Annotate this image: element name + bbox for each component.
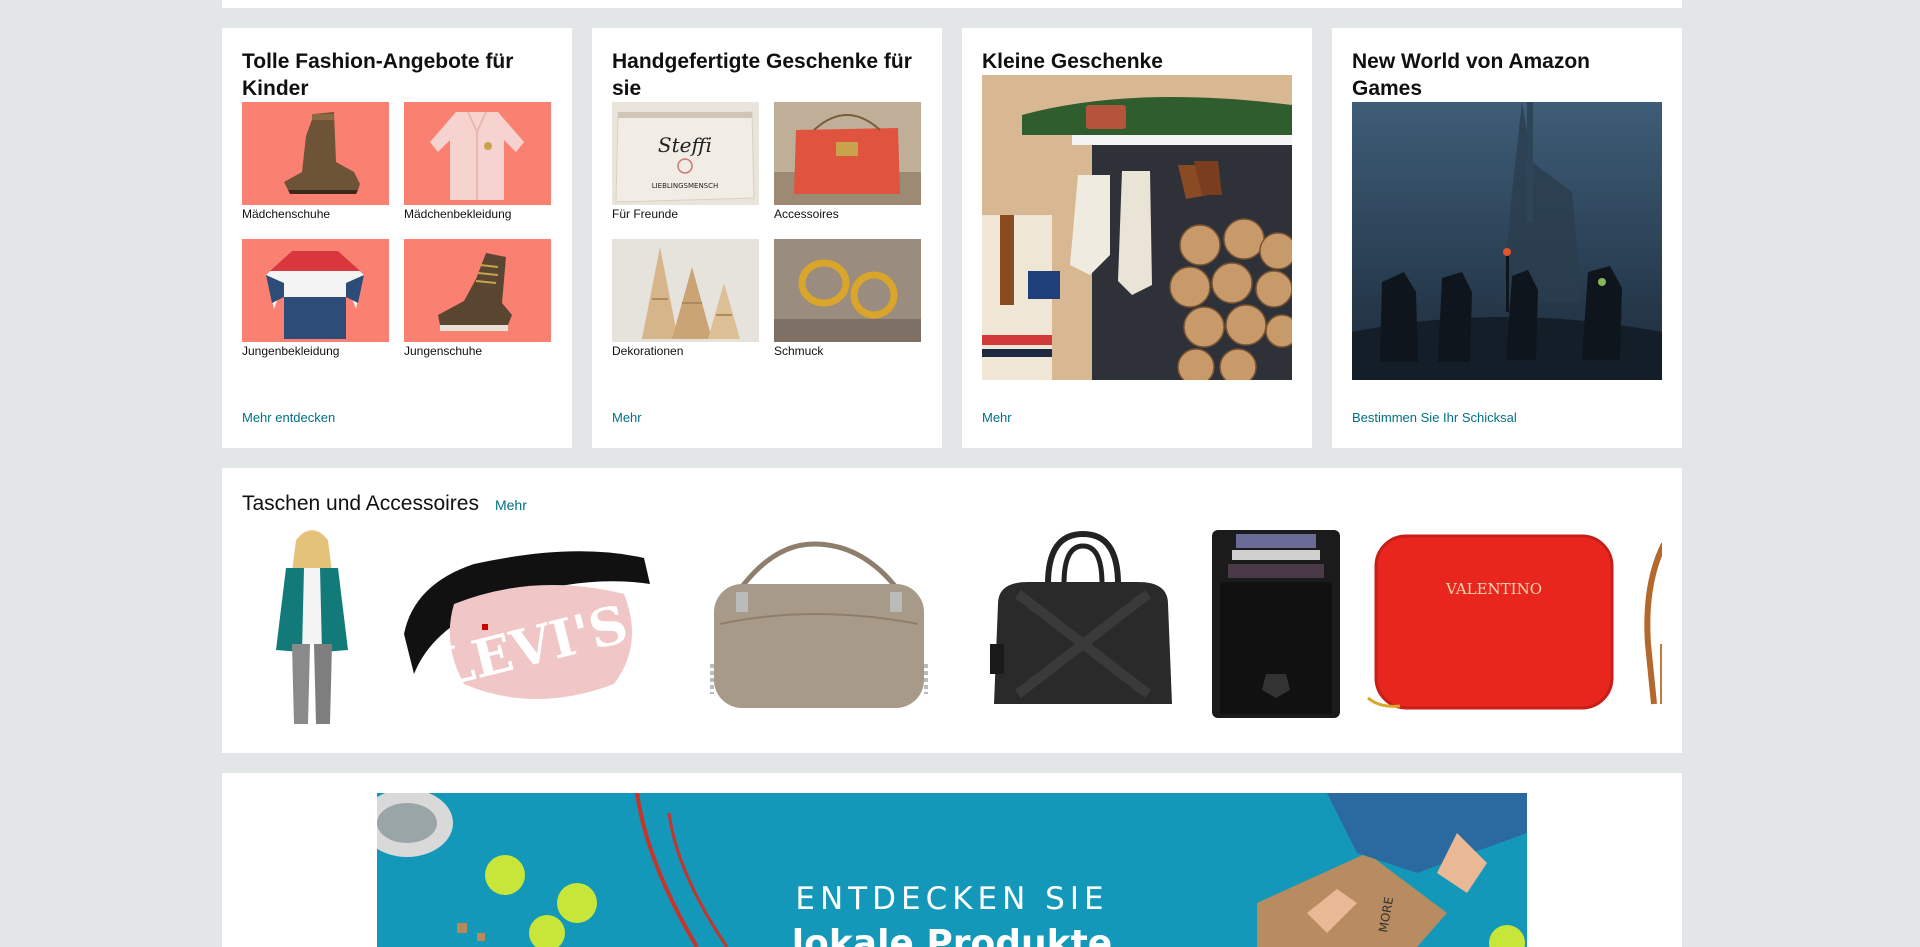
carousel-title: Taschen und Accessoires bbox=[242, 492, 479, 515]
banner-line-1: ENTDECKEN SIE bbox=[795, 881, 1109, 917]
sweater-image bbox=[242, 239, 389, 342]
wooden-trees-image bbox=[612, 239, 759, 342]
tile-caption: Mädchenschuhe bbox=[242, 207, 331, 221]
top-strip bbox=[222, 0, 1682, 8]
boot-image bbox=[242, 102, 389, 205]
earrings-image bbox=[774, 239, 921, 342]
product-black-duffle[interactable] bbox=[978, 524, 1188, 724]
pouch-image: Steffi LIEBLINGSMENSCH bbox=[612, 102, 759, 205]
tile-fuer-freunde[interactable]: Steffi LIEBLINGSMENSCH Für Freunde bbox=[612, 102, 759, 229]
card-handmade-gifts: Handgefertigte Geschenke für sie Steffi … bbox=[592, 28, 942, 448]
card-title: New World von Amazon Games bbox=[1352, 50, 1591, 100]
tile-dekorationen[interactable]: Dekorationen bbox=[612, 239, 759, 366]
tile-maedchenbekleidung[interactable]: Mädchenbekleidung bbox=[404, 102, 551, 229]
pouch-text: Steffi bbox=[658, 133, 712, 157]
product-cardigan-woman[interactable] bbox=[262, 524, 362, 724]
more-link[interactable]: Mehr entdecken bbox=[242, 410, 335, 425]
tile-caption: Jungenbekleidung bbox=[242, 344, 340, 358]
local-products-banner[interactable]: MORE ENTDECKEN SIE lokale Produkte bbox=[377, 793, 1527, 947]
tile-caption: Mädchenbekleidung bbox=[404, 207, 512, 221]
carousel-more-link[interactable]: Mehr bbox=[495, 497, 527, 513]
local-products-banner-card: MORE ENTDECKEN SIE lokale Produkte bbox=[222, 773, 1682, 947]
tile-jungenschuhe[interactable]: Jungenschuhe bbox=[404, 239, 551, 366]
fireplace-gifts-image[interactable] bbox=[982, 75, 1292, 380]
card-title: Handgefertigte Geschenke für sie bbox=[612, 50, 912, 100]
tile-caption: Schmuck bbox=[774, 344, 824, 358]
sneaker-boot-image bbox=[404, 239, 551, 342]
tile-schmuck[interactable]: Schmuck bbox=[774, 239, 921, 366]
card-kids-fashion: Tolle Fashion-Angebote für Kinder Mädche… bbox=[222, 28, 572, 448]
more-link[interactable]: Bestimmen Sie Ihr Schicksal bbox=[1352, 410, 1517, 425]
new-world-image[interactable] bbox=[1352, 102, 1662, 407]
more-link[interactable]: Mehr bbox=[612, 410, 642, 425]
tile-accessoires[interactable]: Accessoires bbox=[774, 102, 921, 229]
card-new-world: New World von Amazon Games Bestimmen Sie… bbox=[1332, 28, 1682, 448]
product-levis-belt-bag[interactable]: LEVI'S bbox=[394, 524, 660, 724]
valentino-text: VALENTINO bbox=[1445, 580, 1542, 598]
pouch-subtext: LIEBLINGSMENSCH bbox=[652, 182, 719, 190]
tile-caption: Accessoires bbox=[774, 207, 839, 221]
more-link[interactable]: Mehr bbox=[982, 410, 1012, 425]
product-brown-bag-partial[interactable] bbox=[1634, 524, 1662, 724]
card-title: Tolle Fashion-Angebote für Kinder bbox=[242, 50, 514, 100]
product-card-holder[interactable] bbox=[1206, 524, 1346, 724]
card-small-gifts: Kleine Geschenke Mehr bbox=[962, 28, 1312, 448]
product-taupe-crossbody[interactable] bbox=[684, 524, 948, 724]
tile-jungenbekleidung[interactable]: Jungenbekleidung bbox=[242, 239, 389, 366]
tile-caption: Jungenschuhe bbox=[404, 344, 483, 358]
product-valentino-wallet[interactable]: VALENTINO bbox=[1360, 524, 1622, 724]
tile-caption: Dekorationen bbox=[612, 344, 684, 358]
bags-accessories-carousel: Taschen und Accessoires Mehr LEVI'S VALE… bbox=[222, 468, 1682, 753]
tile-caption: Für Freunde bbox=[612, 207, 679, 221]
banner-line-2: lokale Produkte bbox=[791, 923, 1113, 947]
cardigan-image bbox=[404, 102, 551, 205]
red-bag-image bbox=[774, 102, 921, 205]
tile-maedchenschuhe[interactable]: Mädchenschuhe bbox=[242, 102, 389, 229]
